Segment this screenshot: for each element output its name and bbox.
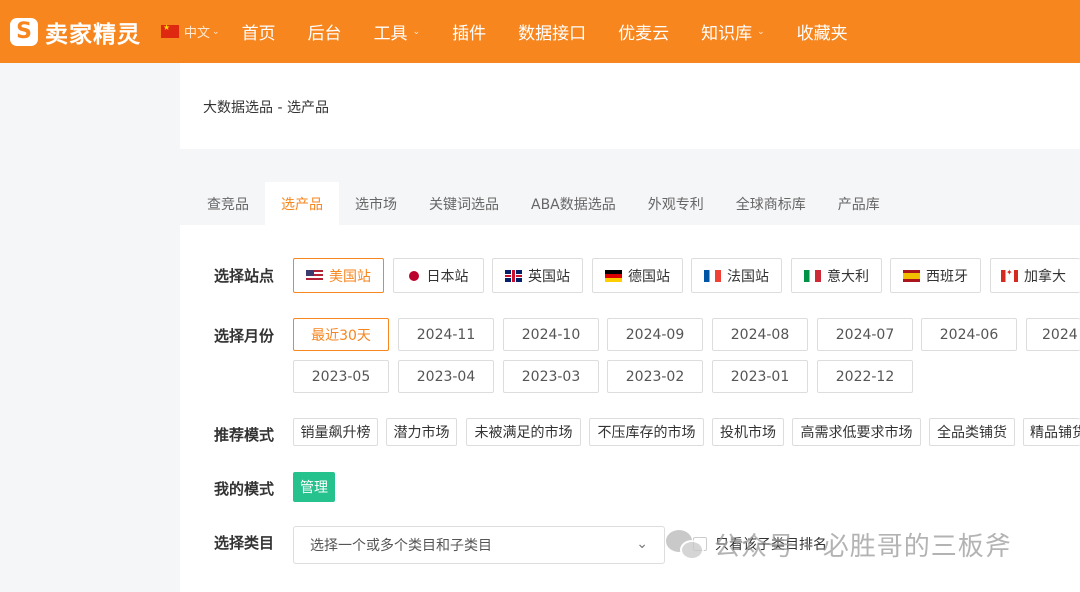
site-label-text: 德国站 xyxy=(628,268,670,285)
site-de-button[interactable]: 德国站 xyxy=(592,258,683,293)
nav-label: 数据接口 xyxy=(518,24,587,44)
site-label: 选择站点 xyxy=(214,267,275,285)
tab-competitors[interactable]: 查竞品 xyxy=(180,182,265,225)
nav-item-home[interactable]: 首页 xyxy=(242,19,276,44)
breadcrumb-panel: 大数据选品 - 选产品 xyxy=(180,63,1080,149)
nav-item-knowledge[interactable]: 知识库 ⌄ xyxy=(701,19,765,44)
site-jp-button[interactable]: 日本站 xyxy=(393,258,484,293)
category-select[interactable]: 选择一个或多个类目和子类目 ⌄ xyxy=(293,526,665,564)
language-switcher[interactable]: 中文 ⌄ xyxy=(161,22,220,41)
top-nav-bar: S 卖家精灵 中文 ⌄ 首页 后台 工具 ⌄ 插件 数据接口 优麦云 知识库 ⌄ 收… xyxy=(0,0,1080,63)
site-gb-button[interactable]: 英国站 xyxy=(492,258,583,293)
mode-option[interactable]: 精品铺货 xyxy=(1023,418,1080,446)
wechat-icon xyxy=(666,528,704,562)
nav-label: 首页 xyxy=(241,24,276,44)
nav-item-api[interactable]: 数据接口 xyxy=(518,19,586,44)
tab-markets[interactable]: 选市场 xyxy=(339,182,413,225)
month-option[interactable]: 2024-07 xyxy=(817,318,913,351)
month-option[interactable]: 2023-04 xyxy=(398,360,494,393)
chevron-down-icon: ⌄ xyxy=(412,26,421,37)
breadcrumb: 大数据选品 - 选产品 xyxy=(203,100,329,116)
watermark: 公众号 · 必胜哥的三板斧 xyxy=(666,526,1012,563)
site-label-text: 意大利 xyxy=(827,268,869,285)
site-label-text: 英国站 xyxy=(528,268,570,285)
chevron-down-icon: ⌄ xyxy=(757,26,765,37)
mode-option[interactable]: 不压库存的市场 xyxy=(589,418,704,446)
mode-option[interactable]: 全品类铺货 xyxy=(929,418,1015,446)
month-option[interactable]: 2024-06 xyxy=(921,318,1017,351)
sidebar xyxy=(0,63,180,592)
chevron-down-icon: ⌄ xyxy=(636,536,648,552)
month-option[interactable]: 2024-10 xyxy=(503,318,599,351)
month-option[interactable]: 2023-01 xyxy=(712,360,808,393)
site-fr-button[interactable]: 法国站 xyxy=(691,258,782,293)
month-option[interactable]: 2023-05 xyxy=(293,360,389,393)
logo-mark-icon: S xyxy=(10,17,38,46)
site-label-text: 美国站 xyxy=(329,268,371,285)
site-label-text: 西班牙 xyxy=(926,268,968,285)
nav-label: 插件 xyxy=(452,24,487,44)
my-mode-label: 我的模式 xyxy=(214,480,275,498)
site-label-text: 加拿大 xyxy=(1024,268,1066,285)
main-nav: 首页 后台 工具 ⌄ 插件 数据接口 优麦云 知识库 ⌄ 收藏夹 xyxy=(226,19,864,44)
tab-bar: 查竞品 选产品 选市场 关键词选品 ABA数据选品 外观专利 全球商标库 产品库 xyxy=(180,182,1080,225)
tab-aba-data[interactable]: ABA数据选品 xyxy=(515,182,632,225)
china-flag-icon xyxy=(161,23,179,38)
site-label-text: 法国站 xyxy=(727,268,769,285)
mode-option[interactable]: 高需求低要求市场 xyxy=(792,418,921,446)
tab-trademarks[interactable]: 全球商标库 xyxy=(720,182,822,225)
language-label: 中文 xyxy=(184,26,211,41)
site-it-button[interactable]: 意大利 xyxy=(791,258,882,293)
nav-item-tools[interactable]: 工具 ⌄ xyxy=(374,19,421,44)
logo-text: 卖家精灵 xyxy=(45,21,141,48)
tab-product-library[interactable]: 产品库 xyxy=(822,182,896,225)
month-option[interactable]: 2024-09 xyxy=(607,318,703,351)
chevron-down-icon: ⌄ xyxy=(212,26,220,37)
month-option[interactable]: 2023-02 xyxy=(607,360,703,393)
nav-label: 知识库 xyxy=(701,24,753,44)
nav-item-favorites[interactable]: 收藏夹 xyxy=(797,19,848,44)
nav-label: 优麦云 xyxy=(618,24,670,44)
month-option[interactable]: 2022-12 xyxy=(817,360,913,393)
nav-label: 收藏夹 xyxy=(796,24,848,44)
mode-option[interactable]: 销量飙升榜 xyxy=(293,418,378,446)
mode-option[interactable]: 投机市场 xyxy=(712,418,784,446)
month-label: 选择月份 xyxy=(214,327,275,345)
manage-button[interactable]: 管理 xyxy=(293,472,335,502)
month-option[interactable]: 2024-08 xyxy=(712,318,808,351)
tab-products[interactable]: 选产品 xyxy=(265,182,339,225)
fr-flag-icon xyxy=(704,269,721,282)
site-es-button[interactable]: 西班牙 xyxy=(890,258,981,293)
tab-design-patents[interactable]: 外观专利 xyxy=(632,182,720,225)
ca-flag-icon xyxy=(1001,268,1018,282)
month-option[interactable]: 2023-03 xyxy=(503,360,599,393)
site-label-text: 日本站 xyxy=(426,268,469,285)
site-us-button[interactable]: 美国站 xyxy=(293,258,384,293)
it-flag-icon xyxy=(804,269,821,282)
es-flag-icon xyxy=(903,269,920,282)
site-ca-button[interactable]: 加拿大 xyxy=(990,258,1080,293)
watermark-text: 公众号 · 必胜哥的三板斧 xyxy=(714,532,1012,562)
month-option[interactable]: 2024 xyxy=(1026,318,1080,351)
nav-label: 工具 xyxy=(373,24,408,44)
month-option[interactable]: 最近30天 xyxy=(293,318,389,351)
mode-option[interactable]: 潜力市场 xyxy=(386,418,457,446)
us-flag-icon xyxy=(306,269,323,282)
tab-keyword-selection[interactable]: 关键词选品 xyxy=(413,182,515,225)
category-placeholder: 选择一个或多个类目和子类目 xyxy=(310,538,492,554)
nav-item-youmaiyun[interactable]: 优麦云 xyxy=(618,19,669,44)
recommend-mode-label: 推荐模式 xyxy=(214,426,275,444)
nav-item-dashboard[interactable]: 后台 xyxy=(308,19,342,44)
category-label: 选择类目 xyxy=(214,534,275,552)
logo[interactable]: S 卖家精灵 xyxy=(10,15,141,49)
jp-flag-icon xyxy=(408,270,419,281)
mode-option[interactable]: 未被满足的市场 xyxy=(466,418,581,446)
month-option[interactable]: 2024-11 xyxy=(398,318,494,351)
gb-flag-icon xyxy=(505,269,522,282)
nav-label: 后台 xyxy=(307,24,342,44)
de-flag-icon xyxy=(605,269,622,282)
nav-item-plugins[interactable]: 插件 xyxy=(452,19,486,44)
